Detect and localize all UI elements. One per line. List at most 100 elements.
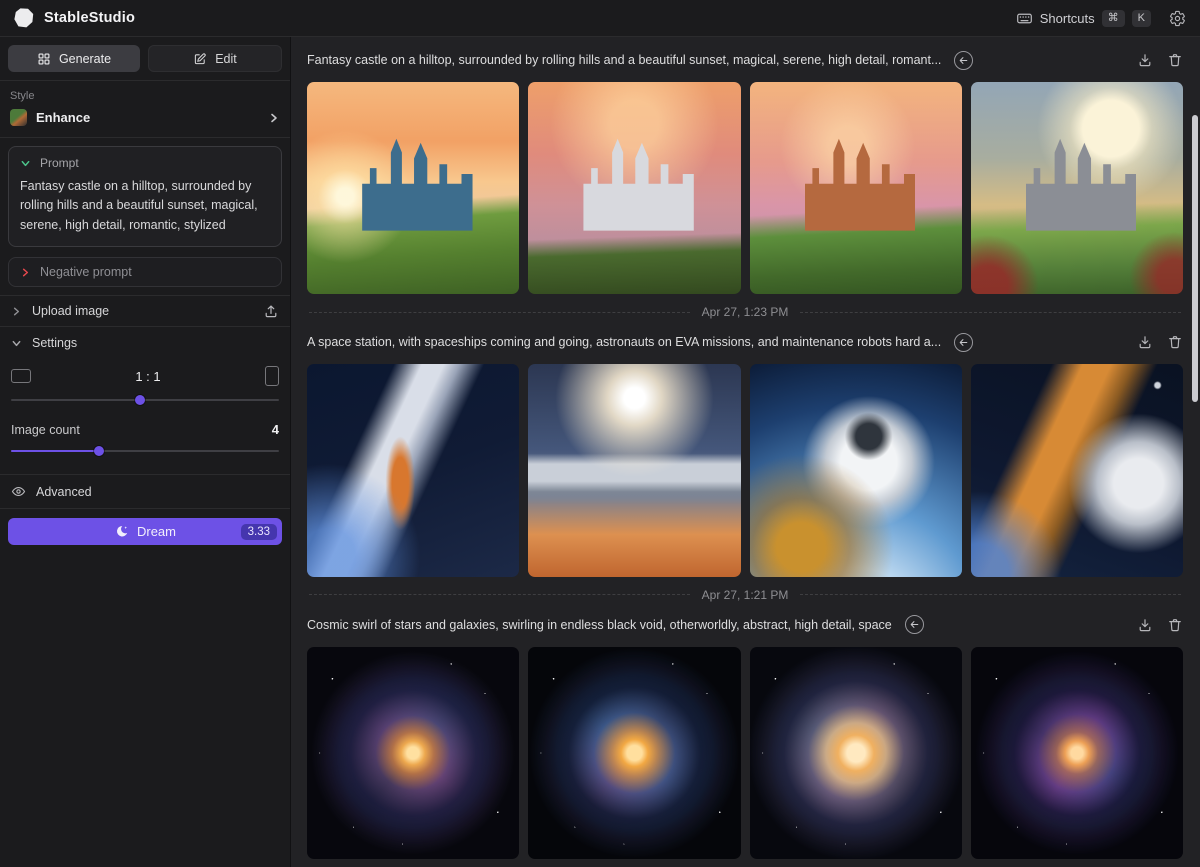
download-icon	[1137, 52, 1153, 68]
landscape-ratio-icon	[11, 369, 31, 383]
shortcuts-button[interactable]: Shortcuts ⌘ K	[1016, 10, 1151, 27]
negative-prompt-label: Negative prompt	[40, 265, 132, 279]
prompt-panel: Prompt Fantasy castle on a hilltop, surr…	[8, 146, 282, 247]
generation-group-header: Fantasy castle on a hilltop, surrounded …	[307, 48, 1183, 72]
reuse-prompt-button[interactable]	[954, 51, 973, 70]
cmd-key-badge: ⌘	[1102, 10, 1125, 27]
image-count-label: Image count	[11, 423, 80, 437]
download-group-button[interactable]	[1137, 617, 1153, 633]
arrow-left-circle-icon	[909, 619, 920, 630]
image-count-slider-thumb[interactable]	[94, 446, 104, 456]
generation-group-header: Cosmic swirl of stars and galaxies, swir…	[307, 613, 1183, 637]
dream-button[interactable]: Dream 3.33	[8, 518, 282, 545]
upload-image-label: Upload image	[32, 304, 109, 318]
image-count-value: 4	[272, 422, 279, 437]
scrollbar-thumb[interactable]	[1192, 115, 1198, 402]
tab-edit-label: Edit	[215, 52, 237, 66]
arrow-left-circle-icon	[958, 55, 969, 66]
trash-icon	[1167, 52, 1183, 68]
aspect-ratio-slider[interactable]	[11, 395, 279, 405]
download-group-button[interactable]	[1137, 52, 1153, 68]
app-title: StableStudio	[44, 10, 135, 26]
keyboard-icon	[1016, 10, 1033, 27]
generated-image[interactable]	[307, 364, 519, 576]
chevron-right-icon	[20, 267, 31, 278]
timestamp-divider: Apr 27, 1:23 PM	[309, 305, 1181, 319]
arrow-left-circle-icon	[958, 337, 969, 348]
tab-generate-label: Generate	[59, 52, 111, 66]
generated-image-grid	[307, 364, 1183, 576]
prompt-input[interactable]: Fantasy castle on a hilltop, surrounded …	[20, 177, 270, 235]
chevron-right-icon	[11, 306, 22, 317]
delete-group-button[interactable]	[1167, 334, 1183, 350]
trash-icon	[1167, 617, 1183, 633]
mode-tabs: Generate Edit	[0, 37, 290, 80]
sidebar: Generate Edit Style Enha	[0, 37, 291, 867]
generated-image[interactable]	[750, 647, 962, 859]
style-value: Enhance	[36, 110, 90, 125]
generated-image[interactable]	[750, 364, 962, 576]
chevron-right-icon	[268, 112, 280, 124]
delete-group-button[interactable]	[1167, 52, 1183, 68]
settings-header[interactable]: Settings	[11, 336, 279, 350]
upload-image-row[interactable]: Upload image	[0, 295, 290, 327]
reuse-prompt-button[interactable]	[954, 333, 973, 352]
generated-image[interactable]	[528, 82, 740, 294]
dream-button-label: Dream	[137, 524, 176, 539]
style-label: Style	[10, 90, 280, 102]
generation-group-header: A space station, with spaceships coming …	[307, 330, 1183, 354]
delete-group-button[interactable]	[1167, 617, 1183, 633]
generation-prompt-text: A space station, with spaceships coming …	[307, 335, 941, 349]
prompt-label: Prompt	[40, 156, 79, 170]
negative-prompt-panel[interactable]: Negative prompt	[8, 257, 282, 287]
image-count-slider[interactable]	[11, 446, 279, 456]
tab-edit[interactable]: Edit	[148, 45, 282, 72]
aspect-ratio-value: 1 : 1	[31, 369, 265, 384]
top-bar: StableStudio Shortcuts ⌘ K	[0, 0, 1200, 37]
app-logo-icon	[14, 8, 34, 28]
settings-gear-button[interactable]	[1169, 10, 1186, 27]
generated-image[interactable]	[750, 82, 962, 294]
generated-image-grid	[307, 82, 1183, 294]
gear-icon	[1169, 10, 1186, 27]
advanced-label: Advanced	[36, 485, 92, 499]
download-icon	[1137, 617, 1153, 633]
style-thumbnail	[10, 109, 27, 126]
generation-feed: Fantasy castle on a hilltop, surrounded …	[291, 37, 1200, 867]
portrait-ratio-icon	[265, 366, 279, 386]
advanced-toggle[interactable]: Advanced	[0, 474, 290, 509]
download-icon	[1137, 334, 1153, 350]
generated-image-grid	[307, 647, 1183, 859]
generate-grid-icon	[37, 52, 51, 66]
generated-image[interactable]	[528, 364, 740, 576]
image-count-row: Image count 4	[11, 422, 279, 437]
dream-cost-badge: 3.33	[241, 524, 277, 540]
style-selector[interactable]: Style Enhance	[0, 81, 290, 137]
reuse-prompt-button[interactable]	[905, 615, 924, 634]
moon-sparkle-icon	[114, 524, 129, 539]
timestamp-divider: Apr 27, 1:21 PM	[309, 588, 1181, 602]
timestamp: Apr 27, 1:21 PM	[702, 588, 789, 602]
generated-image[interactable]	[528, 647, 740, 859]
generated-image[interactable]	[971, 364, 1183, 576]
generated-image[interactable]	[307, 647, 519, 859]
stablestudio-app: StableStudio Shortcuts ⌘ K	[0, 0, 1200, 867]
generated-image[interactable]	[307, 82, 519, 294]
prompt-header[interactable]: Prompt	[20, 156, 270, 170]
settings-section: Settings 1 : 1 Image count 4	[0, 327, 290, 460]
generated-image[interactable]	[971, 82, 1183, 294]
eye-icon	[11, 484, 26, 499]
tab-generate[interactable]: Generate	[8, 45, 140, 72]
download-group-button[interactable]	[1137, 334, 1153, 350]
upload-icon	[263, 303, 279, 319]
trash-icon	[1167, 334, 1183, 350]
aspect-ratio-slider-thumb[interactable]	[135, 395, 145, 405]
shortcuts-label: Shortcuts	[1040, 11, 1095, 26]
chevron-down-icon	[20, 158, 31, 169]
edit-pencil-icon	[193, 52, 207, 66]
aspect-ratio-row: 1 : 1	[11, 366, 279, 386]
chevron-down-icon	[11, 338, 22, 349]
timestamp: Apr 27, 1:23 PM	[702, 305, 789, 319]
settings-label: Settings	[32, 336, 77, 350]
generated-image[interactable]	[971, 647, 1183, 859]
